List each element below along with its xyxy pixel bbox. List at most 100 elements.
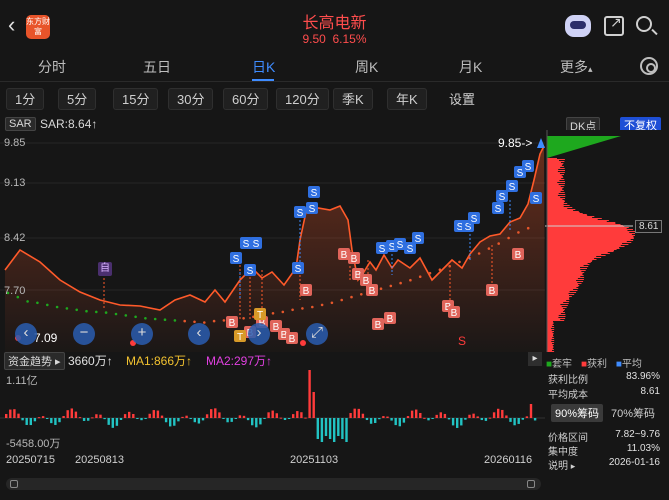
- tab-monthly-k[interactable]: 月K: [459, 57, 482, 77]
- period-30min[interactable]: 30分: [168, 88, 214, 110]
- chip-bar: [547, 303, 569, 304]
- chip-bar: [547, 309, 565, 310]
- sar-point: [311, 305, 314, 309]
- period-1min[interactable]: 1分: [6, 88, 45, 110]
- chip-bar: [547, 250, 614, 251]
- timeline-scrollbar[interactable]: [6, 478, 541, 490]
- ai-robot-icon[interactable]: [565, 15, 591, 37]
- sar-point: [36, 301, 39, 305]
- chip-tab-70[interactable]: 70%筹码: [607, 404, 659, 422]
- fund-trend-bar: [21, 418, 24, 421]
- fund-trend-bar: [234, 418, 237, 419]
- fund-trend-selector[interactable]: 资金趋势 ▸: [4, 352, 65, 370]
- chip-bar: [547, 306, 562, 307]
- fund-trend-bar: [386, 416, 389, 418]
- chip-bar: [547, 331, 554, 332]
- fund-trend-bar: [369, 418, 373, 424]
- date-label-1: 20250715: [6, 454, 55, 466]
- date-label-2: 20250813: [75, 454, 124, 466]
- tab-daily-k[interactable]: 日K: [252, 57, 275, 77]
- sar-point: [526, 226, 530, 230]
- date-label-3: 20251103: [290, 454, 339, 466]
- sell-signal-label: S: [458, 334, 467, 348]
- search-icon[interactable]: [636, 16, 652, 32]
- chip-bar: [547, 163, 564, 164]
- date-label-4: 20260116: [484, 454, 533, 466]
- chip-legend: ■套牢 ■获利 ■平均: [546, 354, 666, 372]
- indicator-selector[interactable]: SAR: [5, 117, 36, 131]
- chip-bar: [547, 300, 567, 301]
- period-quarter-k[interactable]: 季K: [333, 88, 373, 110]
- chip-bar: [547, 272, 585, 273]
- scroll-prev-icon[interactable]: ‹: [188, 323, 210, 345]
- chip-bar: [547, 195, 558, 196]
- share-icon[interactable]: [604, 14, 624, 36]
- chart-type-tabs: 分时 五日 日K 周K 月K 更多▴: [0, 52, 669, 82]
- fund-trend-bar: [214, 408, 217, 418]
- candle-chart[interactable]: SSSSSSSSSSSSSSSSSSSSSSBBBTTBBBBBBBBBBBBB…: [0, 130, 545, 352]
- scroll-handle-left[interactable]: [10, 480, 18, 488]
- period-5min[interactable]: 5分: [58, 88, 97, 110]
- sar-point: [438, 268, 442, 271]
- chip-bar: [547, 280, 577, 281]
- chip-bar: [547, 334, 554, 335]
- chip-bar: [547, 188, 563, 189]
- chip-bar: [547, 213, 583, 214]
- note-label[interactable]: 说明 ▸: [548, 457, 575, 472]
- buy-marker-label: B: [451, 308, 458, 319]
- fund-trend-bar: [25, 418, 28, 425]
- sar-point: [418, 275, 422, 278]
- tab-intraday[interactable]: 分时: [38, 57, 66, 77]
- fund-trend-bar: [349, 413, 352, 418]
- chip-tab-90[interactable]: 90%筹码: [551, 404, 604, 422]
- tab-more[interactable]: 更多▴: [560, 57, 593, 77]
- gear-icon[interactable]: [640, 57, 658, 75]
- zoom-out-icon[interactable]: −: [73, 323, 95, 345]
- tab-weekly-k[interactable]: 周K: [355, 57, 378, 77]
- period-15min[interactable]: 15分: [113, 88, 159, 110]
- period-60min[interactable]: 60分: [223, 88, 269, 110]
- expand-arrow-icon[interactable]: ▸: [528, 352, 542, 366]
- buy-marker-label: B: [489, 286, 496, 297]
- legend-average: ■平均: [615, 359, 642, 370]
- chip-bar: [547, 254, 602, 255]
- sar-point: [134, 315, 137, 319]
- scroll-next-icon[interactable]: ›: [248, 323, 270, 345]
- fund-trend-bar: [62, 415, 65, 418]
- chip-bar: [547, 237, 634, 238]
- zoom-in-icon[interactable]: +: [131, 323, 153, 345]
- fund-trend-bar: [37, 417, 41, 419]
- chip-bar: [547, 323, 554, 324]
- chip-bar: [547, 196, 566, 197]
- chip-bar: [547, 271, 582, 272]
- fund-trend-bar: [275, 413, 278, 418]
- sell-marker-label: S: [415, 234, 422, 245]
- period-year-k[interactable]: 年K: [387, 88, 427, 110]
- chip-bar: [547, 166, 564, 167]
- fund-trend-bar: [374, 418, 377, 424]
- fund-trend-bar: [128, 411, 131, 418]
- fund-trend-bar: [529, 404, 533, 418]
- chip-bar: [547, 294, 575, 295]
- tab-five-day[interactable]: 五日: [143, 57, 171, 77]
- settings-link[interactable]: 设置: [440, 88, 484, 110]
- fund-trend-bar: [210, 409, 213, 418]
- scroll-left-icon[interactable]: ‹: [15, 323, 37, 345]
- scroll-handle-right[interactable]: [527, 480, 535, 488]
- chip-bar: [547, 243, 623, 244]
- fund-trend-bar: [5, 414, 8, 418]
- chip-bar: [547, 201, 565, 202]
- chip-bar: [547, 247, 620, 248]
- tab-more-label: 更多: [560, 59, 588, 75]
- period-120min[interactable]: 120分: [276, 88, 329, 110]
- chip-bar: [547, 338, 555, 339]
- fund-trend-bar: [13, 409, 16, 418]
- chip-bar: [547, 330, 552, 331]
- chip-bar: [547, 215, 588, 216]
- sar-value: SAR:8.64↑: [40, 117, 98, 131]
- chip-bar: [547, 172, 565, 173]
- fullscreen-icon[interactable]: ⤢: [306, 323, 328, 345]
- fund-trend-bar: [287, 418, 291, 419]
- chip-bar: [547, 164, 563, 165]
- chip-bar: [547, 335, 553, 336]
